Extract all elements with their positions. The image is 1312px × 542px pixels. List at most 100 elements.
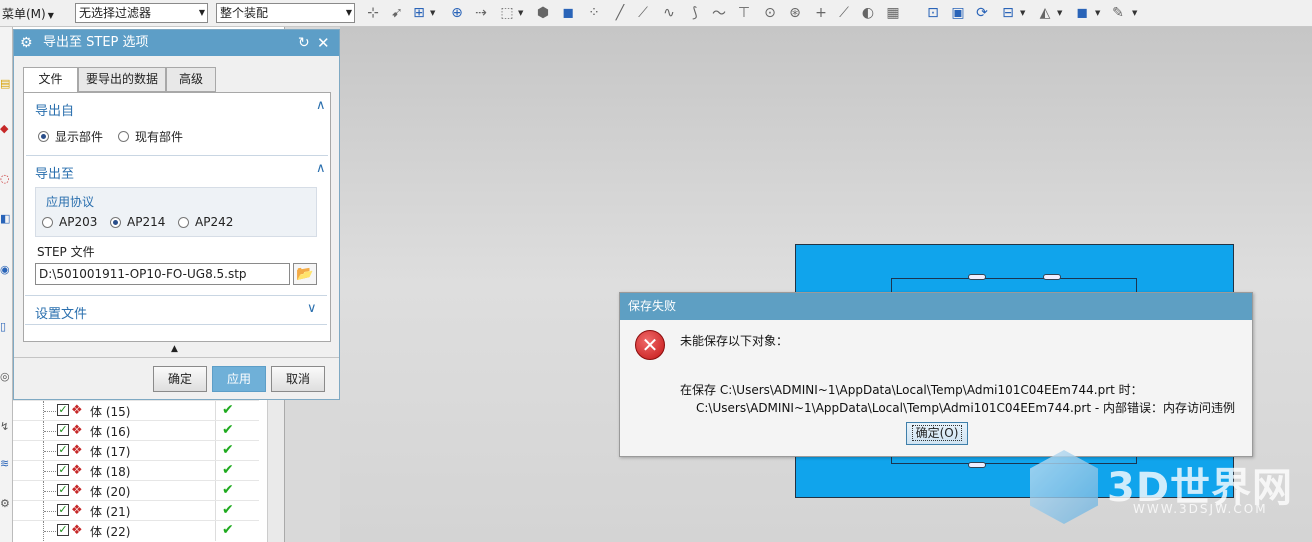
assembly-navigator-icon[interactable]: ◆ — [0, 122, 12, 136]
pointer-icon[interactable]: ➹ — [388, 4, 406, 22]
visibility-checkbox[interactable]: ✓ — [57, 404, 69, 416]
resource-bar: ▤ ◆ ◌ ◧ ◉ ▯ ◎ ↯ ≋ ⚙ — [0, 27, 13, 542]
cancel-button[interactable]: 取消 — [271, 366, 325, 392]
radio-display-part[interactable] — [38, 131, 49, 142]
shaded-cube-icon[interactable]: ◼ — [1073, 4, 1091, 22]
assembly-scope-select[interactable]: 整个装配 ▼ — [216, 3, 355, 23]
tab-file[interactable]: 文件 — [23, 67, 78, 93]
part-navigator-icon[interactable]: ▤ — [0, 77, 12, 91]
group-divider — [25, 295, 327, 296]
chevron-down-icon[interactable]: ▼ — [430, 9, 435, 17]
checkmark-icon: ✔ — [222, 502, 234, 518]
export-step-dialog: ⚙ 导出至 STEP 选项 ↻ ✕ 文件 要导出的数据 高级 导出自 ∧ 显示部… — [13, 29, 340, 400]
close-icon[interactable]: ✕ — [317, 30, 330, 56]
web-browser-icon[interactable]: ◉ — [0, 263, 12, 277]
face-icon[interactable]: ◐ — [859, 4, 877, 22]
watermark: 3D世界网 WWW.3DSJW.COM — [1030, 450, 1300, 530]
radio-existing-part[interactable] — [118, 131, 129, 142]
snap-icon[interactable]: ⊹ — [364, 4, 382, 22]
palette-icon[interactable]: ≋ — [0, 457, 12, 471]
radio-ap214[interactable] — [110, 217, 121, 228]
quadrant-point-icon[interactable]: ⊛ — [786, 4, 804, 22]
checkmark-icon: ✔ — [222, 422, 234, 438]
tab-advanced[interactable]: 高级 — [166, 67, 216, 92]
reuse-library-icon[interactable]: ◧ — [0, 212, 12, 226]
constraint-icon[interactable]: ◌ — [0, 172, 12, 186]
radio-ap203[interactable] — [42, 217, 53, 228]
settings-icon[interactable]: ⚙ — [0, 497, 12, 511]
curve-icon[interactable]: ∿ — [660, 4, 678, 22]
visibility-checkbox[interactable]: ✓ — [57, 424, 69, 436]
history-icon[interactable]: ▯ — [0, 320, 12, 334]
folder-open-icon: 📂 — [296, 266, 314, 282]
tree-row-label: 体 (16) — [90, 425, 131, 439]
error-detail-line2: C:\Users\ADMINI~1\AppData\Local\Temp\Adm… — [696, 401, 1235, 415]
crosshair-icon[interactable]: + — [812, 4, 830, 22]
intersection-icon[interactable]: ⊤ — [735, 4, 753, 22]
select-box-icon[interactable]: ⊞ — [410, 4, 428, 22]
group-header-settings-file[interactable]: 设置文件 — [35, 303, 87, 322]
tree-row[interactable]: ✓ ❖ 体 (21) ✔ — [13, 500, 259, 521]
visibility-checkbox[interactable]: ✓ — [57, 484, 69, 496]
apply-button[interactable]: 应用 — [212, 366, 266, 392]
tab-label: 文件 — [38, 72, 63, 86]
rectangle-select-icon[interactable]: ⬚ — [498, 4, 516, 22]
collapse-arrow-icon[interactable]: ▲ — [171, 344, 178, 354]
menu-button[interactable]: 菜单(M) ▼ — [2, 5, 54, 22]
group-header-export-from[interactable]: 导出自 — [35, 100, 74, 119]
group-divider — [26, 155, 328, 156]
dialog-titlebar[interactable]: 保存失败 — [620, 293, 1252, 320]
chevron-down-icon[interactable]: ▼ — [1020, 9, 1025, 17]
browse-folder-button[interactable]: 📂 — [293, 263, 317, 285]
view-image-icon[interactable]: ▣ — [949, 4, 967, 22]
tree-row[interactable]: ✓ ❖ 体 (22) ✔ — [13, 520, 259, 541]
visibility-checkbox[interactable]: ✓ — [57, 444, 69, 456]
chevron-up-icon[interactable]: ∧ — [316, 98, 326, 113]
circle-center-icon[interactable]: ⊙ — [761, 4, 779, 22]
group-header-export-to[interactable]: 导出至 — [35, 163, 74, 182]
tangent-icon[interactable]: ⟋ — [835, 4, 853, 22]
line-segment-icon[interactable]: ⟋ — [634, 4, 652, 22]
select-point-icon[interactable]: ⊕ — [448, 4, 466, 22]
radio-ap242[interactable] — [178, 217, 189, 228]
chevron-down-icon[interactable]: ▼ — [1057, 9, 1062, 17]
visibility-checkbox[interactable]: ✓ — [57, 504, 69, 516]
solid-body-icon[interactable]: ⬢ — [534, 4, 552, 22]
tree-row[interactable]: ✓ ❖ 体 (16) ✔ — [13, 420, 259, 441]
chevron-down-icon[interactable]: ▼ — [518, 9, 523, 17]
reset-icon[interactable]: ↻ — [298, 30, 310, 56]
tree-row[interactable]: ✓ ❖ 体 (15) ✔ — [13, 400, 259, 421]
edit-object-icon[interactable]: ✎ — [1109, 4, 1127, 22]
tree-row[interactable]: ✓ ❖ 体 (17) ✔ — [13, 440, 259, 461]
grid-points-icon[interactable]: ⁘ — [585, 4, 603, 22]
system-scenes-icon[interactable]: ◎ — [0, 370, 12, 384]
visibility-checkbox[interactable]: ✓ — [57, 524, 69, 536]
render-style-icon[interactable]: ◭ — [1036, 4, 1054, 22]
vertical-scrollbar[interactable] — [267, 397, 284, 542]
tree-row[interactable]: ✓ ❖ 体 (20) ✔ — [13, 480, 259, 501]
ok-button[interactable]: 确定(O) — [906, 422, 968, 445]
group-divider — [25, 324, 327, 325]
tree-row[interactable]: ✓ ❖ 体 (18) ✔ — [13, 460, 259, 481]
spline-icon[interactable]: ⟆ — [686, 4, 704, 22]
error-icon: ✕ — [635, 330, 665, 360]
dialog-titlebar[interactable]: ⚙ 导出至 STEP 选项 ↻ ✕ — [14, 30, 339, 56]
ok-button[interactable]: 确定 — [153, 366, 207, 392]
table-icon[interactable]: ▦ — [884, 4, 902, 22]
refresh-icon[interactable]: ⟳ — [973, 4, 991, 22]
layer-icon[interactable]: ⊟ — [999, 4, 1017, 22]
visibility-checkbox[interactable]: ✓ — [57, 464, 69, 476]
chevron-down-icon[interactable]: ▼ — [1095, 9, 1100, 17]
chevron-up-icon[interactable]: ∧ — [316, 161, 326, 176]
zoom-fit-icon[interactable]: ⊡ — [924, 4, 942, 22]
roles-icon[interactable]: ↯ — [0, 420, 12, 434]
select-chain-icon[interactable]: ⇢ — [472, 4, 490, 22]
line-icon[interactable]: ╱ — [611, 4, 629, 22]
selection-filter-select[interactable]: 无选择过滤器 ▼ — [75, 3, 208, 23]
step-file-input[interactable]: D:\501001911-OP10-FO-UG8.5.stp — [35, 263, 290, 285]
wave-icon[interactable]: 〜 — [710, 4, 728, 22]
cube-icon[interactable]: ◼ — [559, 4, 577, 22]
chevron-down-icon[interactable]: ▼ — [1132, 9, 1137, 17]
chevron-down-icon[interactable]: ∨ — [307, 301, 317, 316]
tab-data-to-export[interactable]: 要导出的数据 — [78, 67, 166, 92]
